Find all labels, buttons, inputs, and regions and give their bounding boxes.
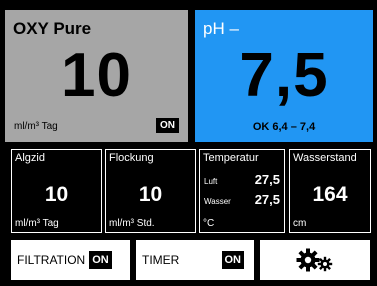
temperatur-unit: °C [203, 218, 215, 229]
luft-value: 27,5 [254, 172, 280, 187]
flockung-unit: ml/m³ Std. [109, 218, 155, 229]
timer-button[interactable]: TIMER ON [136, 240, 254, 280]
ph-title: pH – [203, 19, 239, 38]
temperatur-tile[interactable]: Temperatur Luft 27,5 Wasser 27,5 °C [199, 149, 285, 233]
wasserstand-label: Wasserstand [293, 152, 357, 164]
algizid-value: 10 [44, 183, 69, 206]
algizid-unit: ml/m³ Tag [15, 218, 59, 229]
temperatur-label: Temperatur [203, 152, 259, 164]
flockung-label: Flockung [109, 152, 154, 164]
wasserstand-value: 164 [312, 183, 348, 206]
ph-panel[interactable]: pH – 7,5 OK 6,4 – 7,4 [195, 10, 373, 142]
temperatur-wasser-row: Wasser 27,5 [204, 192, 280, 207]
oxy-pure-value: 10 [61, 41, 132, 110]
wasser-label: Wasser [204, 197, 231, 206]
oxy-pure-status-badge: ON [156, 118, 179, 133]
oxy-pure-panel[interactable]: OXY Pure 10 ml/m³ Tag ON [5, 10, 188, 142]
oxy-pure-unit: ml/m³ Tag [14, 121, 58, 132]
algizid-label: Algzid [15, 152, 45, 164]
timer-label: TIMER [142, 253, 180, 267]
oxy-pure-title: OXY Pure [13, 19, 92, 38]
filtration-label: FILTRATION [17, 253, 86, 267]
wasser-value: 27,5 [254, 192, 280, 207]
temperatur-luft-row: Luft 27,5 [204, 172, 280, 187]
filtration-button[interactable]: FILTRATION ON [11, 240, 130, 280]
gears-icon [296, 248, 333, 272]
filtration-state-badge: ON [89, 251, 112, 269]
flockung-value: 10 [138, 183, 163, 206]
ph-value: 7,5 [239, 41, 329, 110]
flockung-tile[interactable]: Flockung 10 ml/m³ Std. [105, 149, 196, 233]
timer-state-badge: ON [221, 251, 244, 269]
wasserstand-tile[interactable]: Wasserstand 164 cm [289, 149, 371, 233]
algizid-tile[interactable]: Algzid 10 ml/m³ Tag [11, 149, 102, 233]
wasserstand-unit: cm [293, 218, 307, 229]
settings-button[interactable] [260, 240, 370, 280]
luft-label: Luft [204, 177, 218, 186]
ph-status-range: OK 6,4 – 7,4 [252, 121, 316, 133]
